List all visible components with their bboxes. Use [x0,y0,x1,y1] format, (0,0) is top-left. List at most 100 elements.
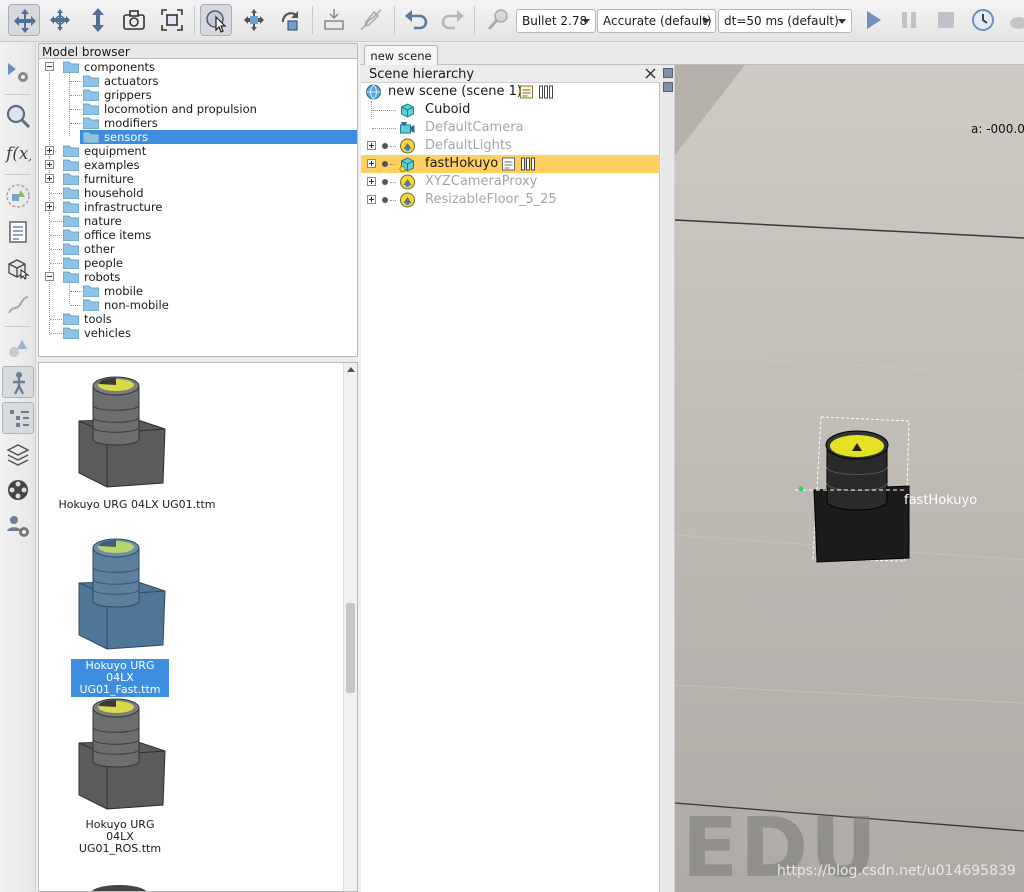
physics-engine-select[interactable]: Bullet 2.78 [516,9,596,33]
model-thumbnail-selected[interactable] [75,533,171,653]
scene-object-cuboid[interactable]: Cuboid [361,101,660,119]
redo-button[interactable] [437,4,469,36]
realtime-button[interactable] [967,4,999,36]
simulation-settings-button[interactable] [2,56,34,88]
tree-item-nature[interactable]: nature [39,214,357,228]
tree-item-grippers[interactable]: grippers [39,88,357,102]
camera-shift-button[interactable] [82,4,114,36]
scene-object-resizablefloor[interactable]: ResizableFloor_5_25 [361,191,660,209]
tree-item-components[interactable]: components [39,60,357,74]
expand-icon[interactable] [45,160,54,169]
scene-object-defaultcamera[interactable]: DefaultCamera [361,119,660,137]
dynamics-toggle-button[interactable] [482,4,514,36]
tree-item-examples[interactable]: examples [39,158,357,172]
pause-simulation-button[interactable] [893,4,925,36]
scripts-button[interactable] [2,216,34,248]
tree-item-tools[interactable]: tools [39,312,357,326]
tree-item-locomotion[interactable]: locomotion and propulsion [39,102,357,116]
physics-engine-value: Bullet 2.78 [522,14,588,28]
object-rotate-button[interactable] [275,4,307,36]
model-thumbnail-caption-selected[interactable]: Hokuyo URG 04LX UG01_Fast.ttm [71,659,169,697]
tree-item-vehicles[interactable]: vehicles [39,326,357,340]
start-simulation-button[interactable] [857,4,889,36]
close-icon[interactable] [644,67,657,80]
shape-edit-button[interactable] [2,252,34,284]
scene-hierarchy-toggle[interactable] [2,402,34,434]
scene-object-defaultlights[interactable]: DefaultLights [361,137,660,155]
camera-pan-button[interactable] [8,4,40,36]
thumbnail-scrollbar[interactable] [343,363,357,891]
collapse-icon[interactable] [45,272,54,281]
model-thumbnail-partial[interactable] [75,871,171,891]
expand-icon[interactable] [367,177,376,186]
tree-item-infrastructure[interactable]: infrastructure [39,200,357,214]
expand-icon[interactable] [367,141,376,150]
selection-button[interactable] [2,100,34,132]
scene-object-xyzcameraproxy[interactable]: XYZCameraProxy [361,173,660,191]
model-thumbnail-caption[interactable]: Hokuyo URG 04LX UG01.ttm [47,499,227,511]
collapse-icon[interactable] [45,62,54,71]
customization-script-icon[interactable] [537,84,554,100]
tree-item-non-mobile[interactable]: non-mobile [39,298,357,312]
expand-icon[interactable] [45,146,54,155]
tree-item-furniture[interactable]: furniture [39,172,357,186]
calculation-modules-button[interactable]: f(x) [2,136,34,168]
tree-item-equipment[interactable]: equipment [39,144,357,158]
collections-button[interactable] [2,180,34,212]
model-thumbnail[interactable] [75,693,171,813]
undo-button[interactable] [400,4,432,36]
film-reel-icon [8,480,28,500]
clock-icon [972,9,994,31]
camera-rotate-button[interactable] [44,4,76,36]
path-edit-button-left[interactable] [2,288,34,320]
model-thumbnail[interactable] [75,371,171,491]
expand-icon[interactable] [367,159,376,168]
customization-script-icon[interactable] [519,156,536,172]
scroll-up-icon[interactable] [347,367,355,372]
accuracy-select[interactable]: Accurate (default) [597,9,716,33]
tree-item-mobile[interactable]: mobile [39,284,357,298]
assemble-button[interactable] [318,4,350,36]
camera-pan-icon [14,9,36,33]
expand-icon[interactable] [367,195,376,204]
viewport-button[interactable] [663,68,673,78]
object-shift-button[interactable] [238,4,270,36]
model-icon [400,174,415,190]
expand-icon[interactable] [45,202,54,211]
properties-button[interactable] [2,332,34,364]
model-browser-toggle[interactable] [2,366,34,398]
script-icon[interactable] [518,84,535,100]
path-edit-button[interactable] [355,4,387,36]
object-select-button[interactable] [200,4,232,36]
stop-simulation-button[interactable] [930,4,962,36]
script-icon[interactable] [500,156,517,172]
tree-item-modifiers[interactable]: modifiers [39,116,357,130]
tab-new-scene[interactable]: new scene [364,45,438,65]
model-thumbnail-caption[interactable]: Hokuyo URG 04LX UG01_ROS.ttm [71,819,169,855]
expand-icon[interactable] [45,174,54,183]
tree-item-sensors[interactable]: sensors [80,130,357,144]
user-settings-button[interactable] [2,510,34,542]
camera-view-button[interactable] [118,4,150,36]
scene-root-item[interactable]: new scene (scene 1) [361,83,660,101]
scrollbar-handle[interactable] [346,603,355,693]
layers-button[interactable] [2,438,34,470]
tree-item-other[interactable]: other [39,242,357,256]
slow-down-button[interactable] [1003,4,1024,36]
3d-viewport[interactable]: a: -000.00 fastHokuyo EDU https://blog.c… [675,65,1024,892]
tree-item-robots[interactable]: robots [39,270,357,284]
tree-item-actuators[interactable]: actuators [39,74,357,88]
viewport-button[interactable] [663,82,673,92]
timestep-select[interactable]: dt=50 ms (default) [718,9,852,33]
fit-to-view-button[interactable] [156,4,188,36]
video-recorder-button[interactable] [2,474,34,506]
scene-object-fasthokuyo[interactable]: fastHokuyo [361,155,660,173]
tree-item-label: nature [84,214,122,228]
camera-icon [400,122,415,134]
tree-item-household[interactable]: household [39,186,357,200]
tree-item-office-items[interactable]: office items [39,228,357,242]
tree-item-people[interactable]: people [39,256,357,270]
visibility-dot-icon [382,161,388,167]
tree-item-label: actuators [104,74,159,88]
timestep-value: dt=50 ms (default) [724,14,839,28]
